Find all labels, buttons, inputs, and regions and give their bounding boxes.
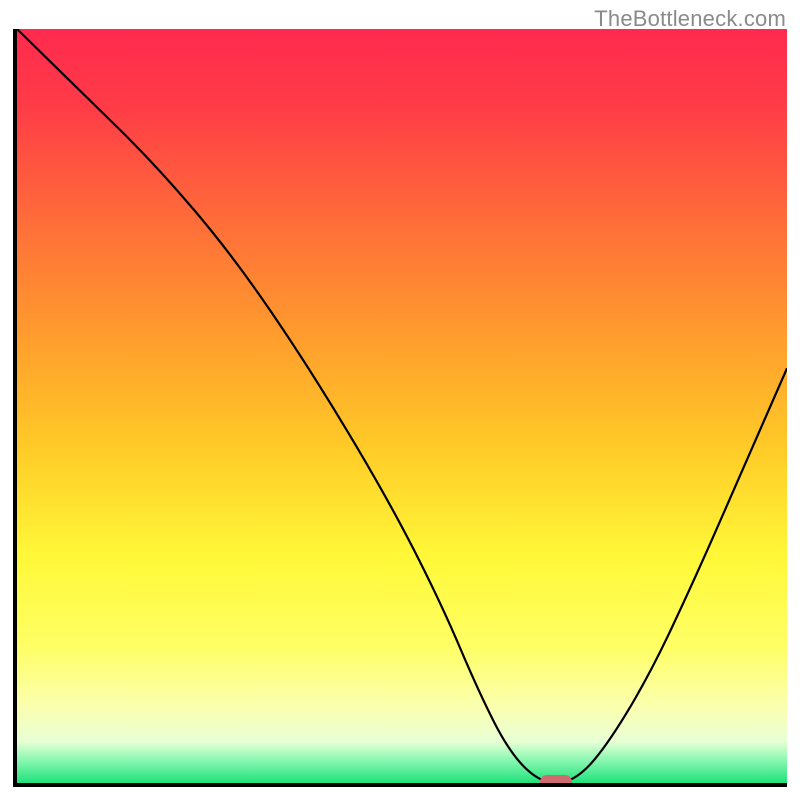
watermark-text: TheBottleneck.com xyxy=(594,6,786,32)
plot-area xyxy=(17,29,787,783)
optimal-point-marker xyxy=(540,775,572,783)
bottleneck-curve xyxy=(17,29,787,783)
y-axis xyxy=(13,29,17,785)
x-axis xyxy=(13,783,787,787)
